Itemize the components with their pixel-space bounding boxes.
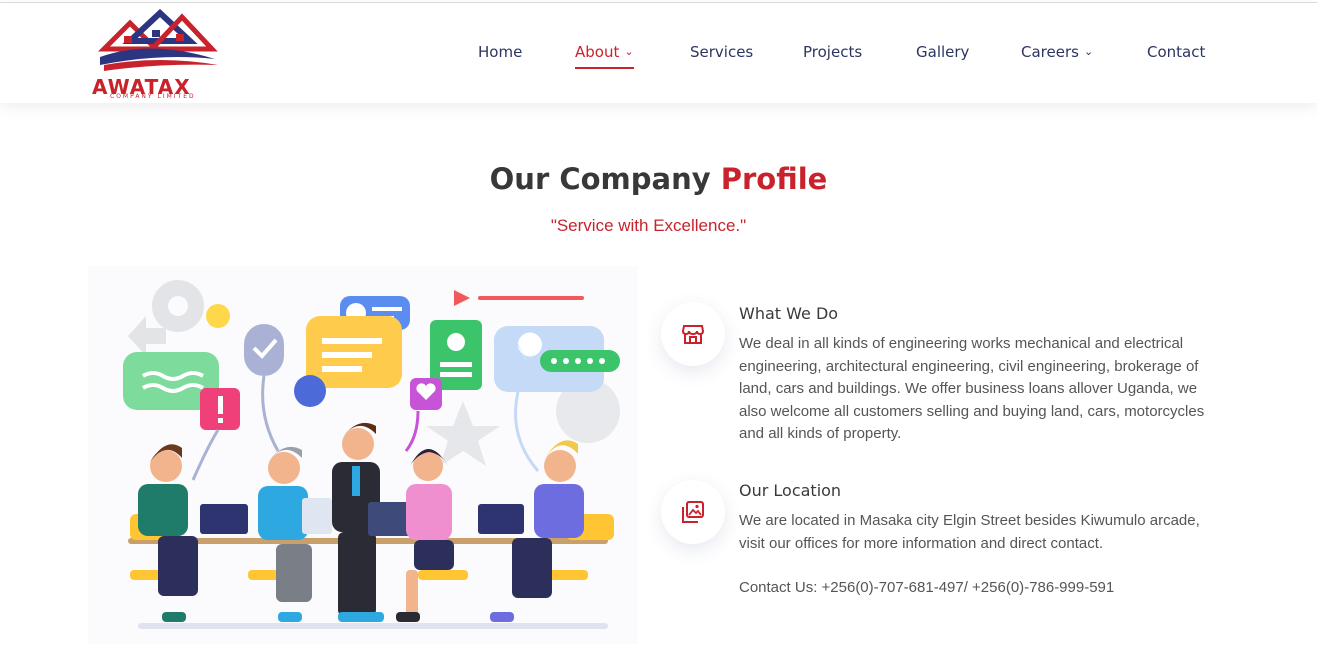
feature-location-icon-wrap [661, 480, 725, 544]
nav-contact-label: Contact [1147, 43, 1206, 61]
nav-home[interactable]: Home [478, 43, 522, 67]
check-bubble-icon [244, 324, 284, 376]
thumbs-up-icon [294, 375, 326, 407]
chevron-down-icon: ⌄ [624, 45, 634, 58]
main-nav: Home About ⌄ Services Projects Gallery Ca… [0, 43, 1317, 73]
nav-gallery-label: Gallery [916, 43, 970, 61]
lightbulb-icon [206, 304, 230, 328]
store-icon [682, 325, 704, 344]
section-title-main: Our Company [489, 162, 711, 196]
nav-services-label: Services [690, 43, 754, 61]
nav-contact[interactable]: Contact [1147, 43, 1205, 67]
nav-projects[interactable]: Projects [803, 43, 862, 67]
section-subtitle: "Service with Excellence." [550, 216, 747, 235]
nav-projects-label: Projects [803, 43, 863, 61]
nav-careers-label: Careers [1021, 43, 1079, 61]
feature-what-we-do-icon-wrap [661, 302, 725, 366]
section-title: Our Company Profile [0, 162, 1317, 196]
site-header: AWATAX COMPANY LIMITED Home About ⌄ Servi… [0, 3, 1317, 103]
feature-title-what-we-do: What We Do [739, 304, 839, 323]
nav-careers[interactable]: Careers ⌄ [1021, 43, 1093, 67]
nav-home-label: Home [478, 43, 523, 61]
feature-text-what-we-do: We deal in all kinds of engineering work… [739, 335, 1205, 442]
gallery-icon [682, 501, 704, 523]
team-meeting-illustration [88, 266, 638, 644]
nav-about-label: About [575, 43, 620, 61]
nav-services[interactable]: Services [690, 43, 753, 67]
chevron-down-icon: ⌄ [1083, 45, 1094, 58]
feature-title-location: Our Location [739, 481, 842, 500]
contact-phone-text: Contact Us: +256(0)-707-681-497/ +256(0)… [739, 579, 1115, 596]
brand-tagline: COMPANY LIMITED [110, 93, 196, 100]
section-title-accent: Profile [720, 162, 828, 196]
feature-text-location: We are located in Masaka city Elgin Stre… [739, 512, 1200, 552]
nav-about[interactable]: About ⌄ [575, 43, 634, 69]
nav-gallery[interactable]: Gallery [916, 43, 969, 67]
